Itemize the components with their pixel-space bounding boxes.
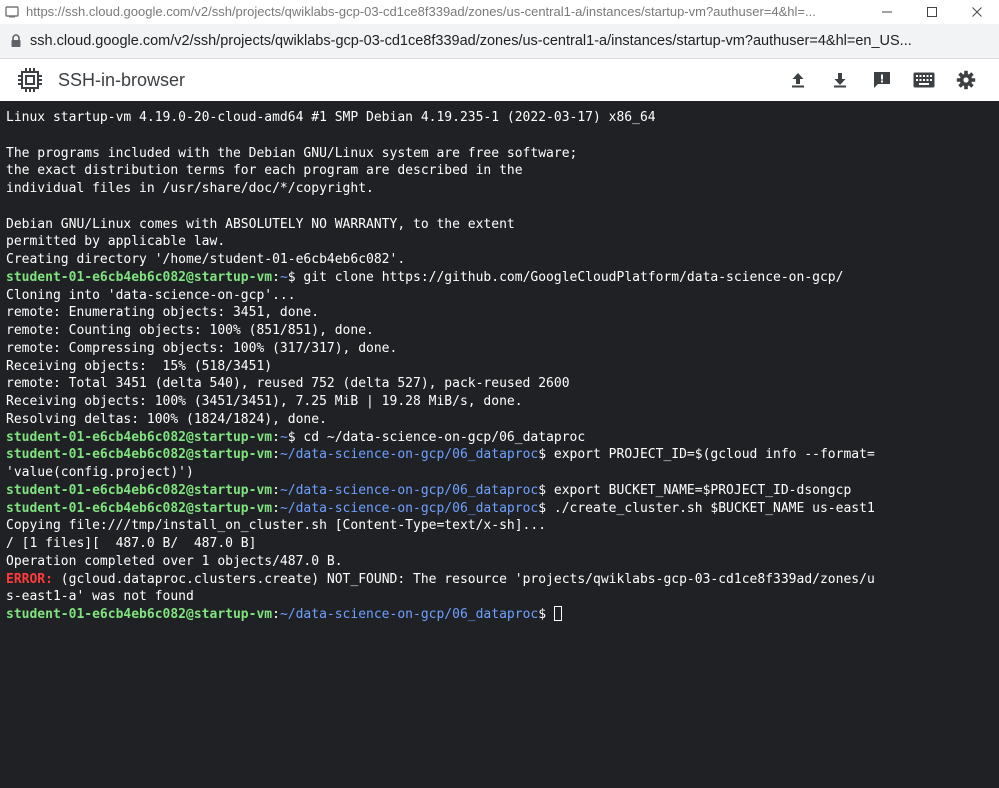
prompt-symbol: $ bbox=[538, 482, 554, 498]
terminal-output-line: Copying file:///tmp/install_on_cluster.s… bbox=[6, 518, 547, 534]
terminal-command-line: student-01-e6cb4eb6c082@startup-vm:~/dat… bbox=[6, 482, 999, 500]
prompt-symbol: $ bbox=[538, 500, 554, 516]
terminal-output-line: Cloning into 'data-science-on-gcp'... bbox=[6, 287, 296, 303]
terminal-output-line: Linux startup-vm 4.19.0-20-cloud-amd64 #… bbox=[6, 110, 656, 125]
terminal-output-line: Debian GNU/Linux comes with ABSOLUTELY N… bbox=[6, 216, 515, 232]
lock-icon[interactable] bbox=[10, 34, 22, 48]
prompt-user-host: student-01-e6cb4eb6c082@startup-vm bbox=[6, 607, 273, 622]
prompt-path: ~ bbox=[279, 269, 288, 285]
command-text: export PROJECT_ID=$(gcloud info --format… bbox=[553, 447, 875, 463]
terminal-output-line: the exact distribution terms for each pr… bbox=[6, 163, 523, 179]
app-title: SSH-in-browser bbox=[58, 69, 186, 90]
terminal-cursor[interactable] bbox=[553, 606, 562, 621]
command-text: ./create_cluster.sh $BUCKET_NAME us-east… bbox=[553, 500, 875, 516]
window-titlebar: https://ssh.cloud.google.com/v2/ssh/proj… bbox=[0, 0, 999, 24]
error-message: (gcloud.dataproc.clusters.create) NOT_FO… bbox=[52, 571, 875, 587]
terminal-output-line: Resolving deltas: 100% (1824/1824), done… bbox=[6, 411, 327, 427]
terminal-output-line: s-east1-a' was not found bbox=[6, 589, 194, 605]
address-bar[interactable]: ssh.cloud.google.com/v2/ssh/projects/qwi… bbox=[0, 24, 999, 59]
close-button[interactable] bbox=[954, 0, 999, 24]
terminal[interactable]: Linux startup-vm 4.19.0-20-cloud-amd64 #… bbox=[0, 101, 999, 788]
address-url[interactable]: ssh.cloud.google.com/v2/ssh/projects/qwi… bbox=[30, 33, 999, 49]
prompt-symbol: $ bbox=[287, 269, 304, 285]
send-feedback-button[interactable] bbox=[861, 64, 903, 96]
prompt-user-host: student-01-e6cb4eb6c082@startup-vm bbox=[6, 447, 273, 463]
prompt-user-host: student-01-e6cb4eb6c082@startup-vm bbox=[6, 500, 273, 516]
download-file-button[interactable] bbox=[819, 64, 861, 96]
terminal-command-line: student-01-e6cb4eb6c082@startup-vm:~/dat… bbox=[6, 446, 999, 464]
prompt-path: ~ bbox=[279, 429, 288, 445]
terminal-command-line: student-01-e6cb4eb6c082@startup-vm:~$ gi… bbox=[6, 269, 999, 287]
terminal-output-line: The programs included with the Debian GN… bbox=[6, 145, 578, 161]
prompt-separator: : bbox=[272, 269, 280, 285]
terminal-command-line: student-01-e6cb4eb6c082@startup-vm:~$ cd… bbox=[6, 429, 999, 447]
app-header: SSH-in-browser bbox=[0, 59, 999, 101]
terminal-output-line: remote: Total 3451 (delta 540), reused 7… bbox=[6, 376, 570, 392]
prompt-user-host: student-01-e6cb4eb6c082@startup-vm bbox=[6, 429, 273, 445]
terminal-output-line: permitted by applicable law. bbox=[6, 234, 226, 250]
close-icon bbox=[971, 7, 982, 17]
keyboard-icon bbox=[913, 72, 935, 88]
prompt-user-host: student-01-e6cb4eb6c082@startup-vm bbox=[6, 482, 273, 498]
maximize-icon bbox=[926, 7, 937, 17]
command-text: git clone https://github.com/GoogleCloud… bbox=[303, 269, 844, 285]
prompt-symbol: $ bbox=[538, 447, 554, 463]
terminal-output-line: Operation completed over 1 objects/487.0… bbox=[6, 553, 343, 569]
terminal-output-line: Receiving objects: 15% (518/3451) bbox=[6, 358, 273, 374]
terminal-error-line: ERROR: (gcloud.dataproc.clusters.create)… bbox=[6, 571, 999, 589]
toolbar bbox=[777, 64, 987, 96]
settings-button[interactable] bbox=[945, 64, 987, 96]
prompt-separator: : bbox=[272, 482, 280, 498]
terminal-output-line: / [1 files][ 487.0 B/ 487.0 B] bbox=[6, 536, 257, 551]
prompt-path: ~/data-science-on-gcp/06_dataproc bbox=[279, 482, 539, 498]
upload-file-button[interactable] bbox=[777, 64, 819, 96]
prompt-separator: : bbox=[272, 447, 280, 463]
terminal-output-line: individual files in /usr/share/doc/*/cop… bbox=[6, 181, 374, 196]
prompt-separator: : bbox=[272, 429, 280, 445]
error-label: ERROR: bbox=[6, 571, 53, 587]
page-icon bbox=[4, 4, 20, 20]
terminal-output-line: remote: Enumerating objects: 3451, done. bbox=[6, 305, 320, 321]
maximize-button[interactable] bbox=[909, 0, 954, 24]
minimize-button[interactable] bbox=[864, 0, 909, 24]
command-text: export BUCKET_NAME=$PROJECT_ID-dsongcp bbox=[553, 482, 852, 498]
prompt-user-host: student-01-e6cb4eb6c082@startup-vm bbox=[6, 269, 273, 285]
prompt-symbol: $ bbox=[538, 607, 554, 622]
prompt-separator: : bbox=[272, 607, 280, 622]
upload-icon bbox=[792, 73, 804, 88]
terminal-output-line: remote: Compressing objects: 100% (317/3… bbox=[6, 340, 398, 356]
command-text: cd ~/data-science-on-gcp/06_dataproc bbox=[303, 429, 586, 445]
terminal-command-line: student-01-e6cb4eb6c082@startup-vm:~/dat… bbox=[6, 500, 999, 518]
terminal-input-line: student-01-e6cb4eb6c082@startup-vm:~/dat… bbox=[6, 606, 999, 624]
terminal-output-line: remote: Counting objects: 100% (851/851)… bbox=[6, 323, 374, 338]
prompt-path: ~/data-science-on-gcp/06_dataproc bbox=[279, 447, 539, 463]
terminal-output-line: Creating directory '/home/student-01-e6c… bbox=[6, 252, 406, 267]
prompt-separator: : bbox=[272, 500, 280, 516]
prompt-path: ~/data-science-on-gcp/06_dataproc bbox=[279, 500, 539, 516]
compute-engine-icon bbox=[16, 66, 44, 94]
minimize-icon bbox=[881, 11, 892, 13]
terminal-output-line: 'value(config.project)') bbox=[6, 465, 194, 480]
ssh-browser-window: https://ssh.cloud.google.com/v2/ssh/proj… bbox=[0, 0, 999, 788]
feedback-icon bbox=[874, 72, 890, 88]
keyboard-button[interactable] bbox=[903, 64, 945, 96]
prompt-path: ~/data-science-on-gcp/06_dataproc bbox=[279, 607, 539, 622]
download-icon bbox=[834, 73, 846, 88]
terminal-output-line: Receiving objects: 100% (3451/3451), 7.2… bbox=[6, 394, 523, 409]
prompt-symbol: $ bbox=[287, 429, 304, 445]
window-title: https://ssh.cloud.google.com/v2/ssh/proj… bbox=[26, 4, 816, 19]
settings-icon bbox=[956, 70, 976, 90]
